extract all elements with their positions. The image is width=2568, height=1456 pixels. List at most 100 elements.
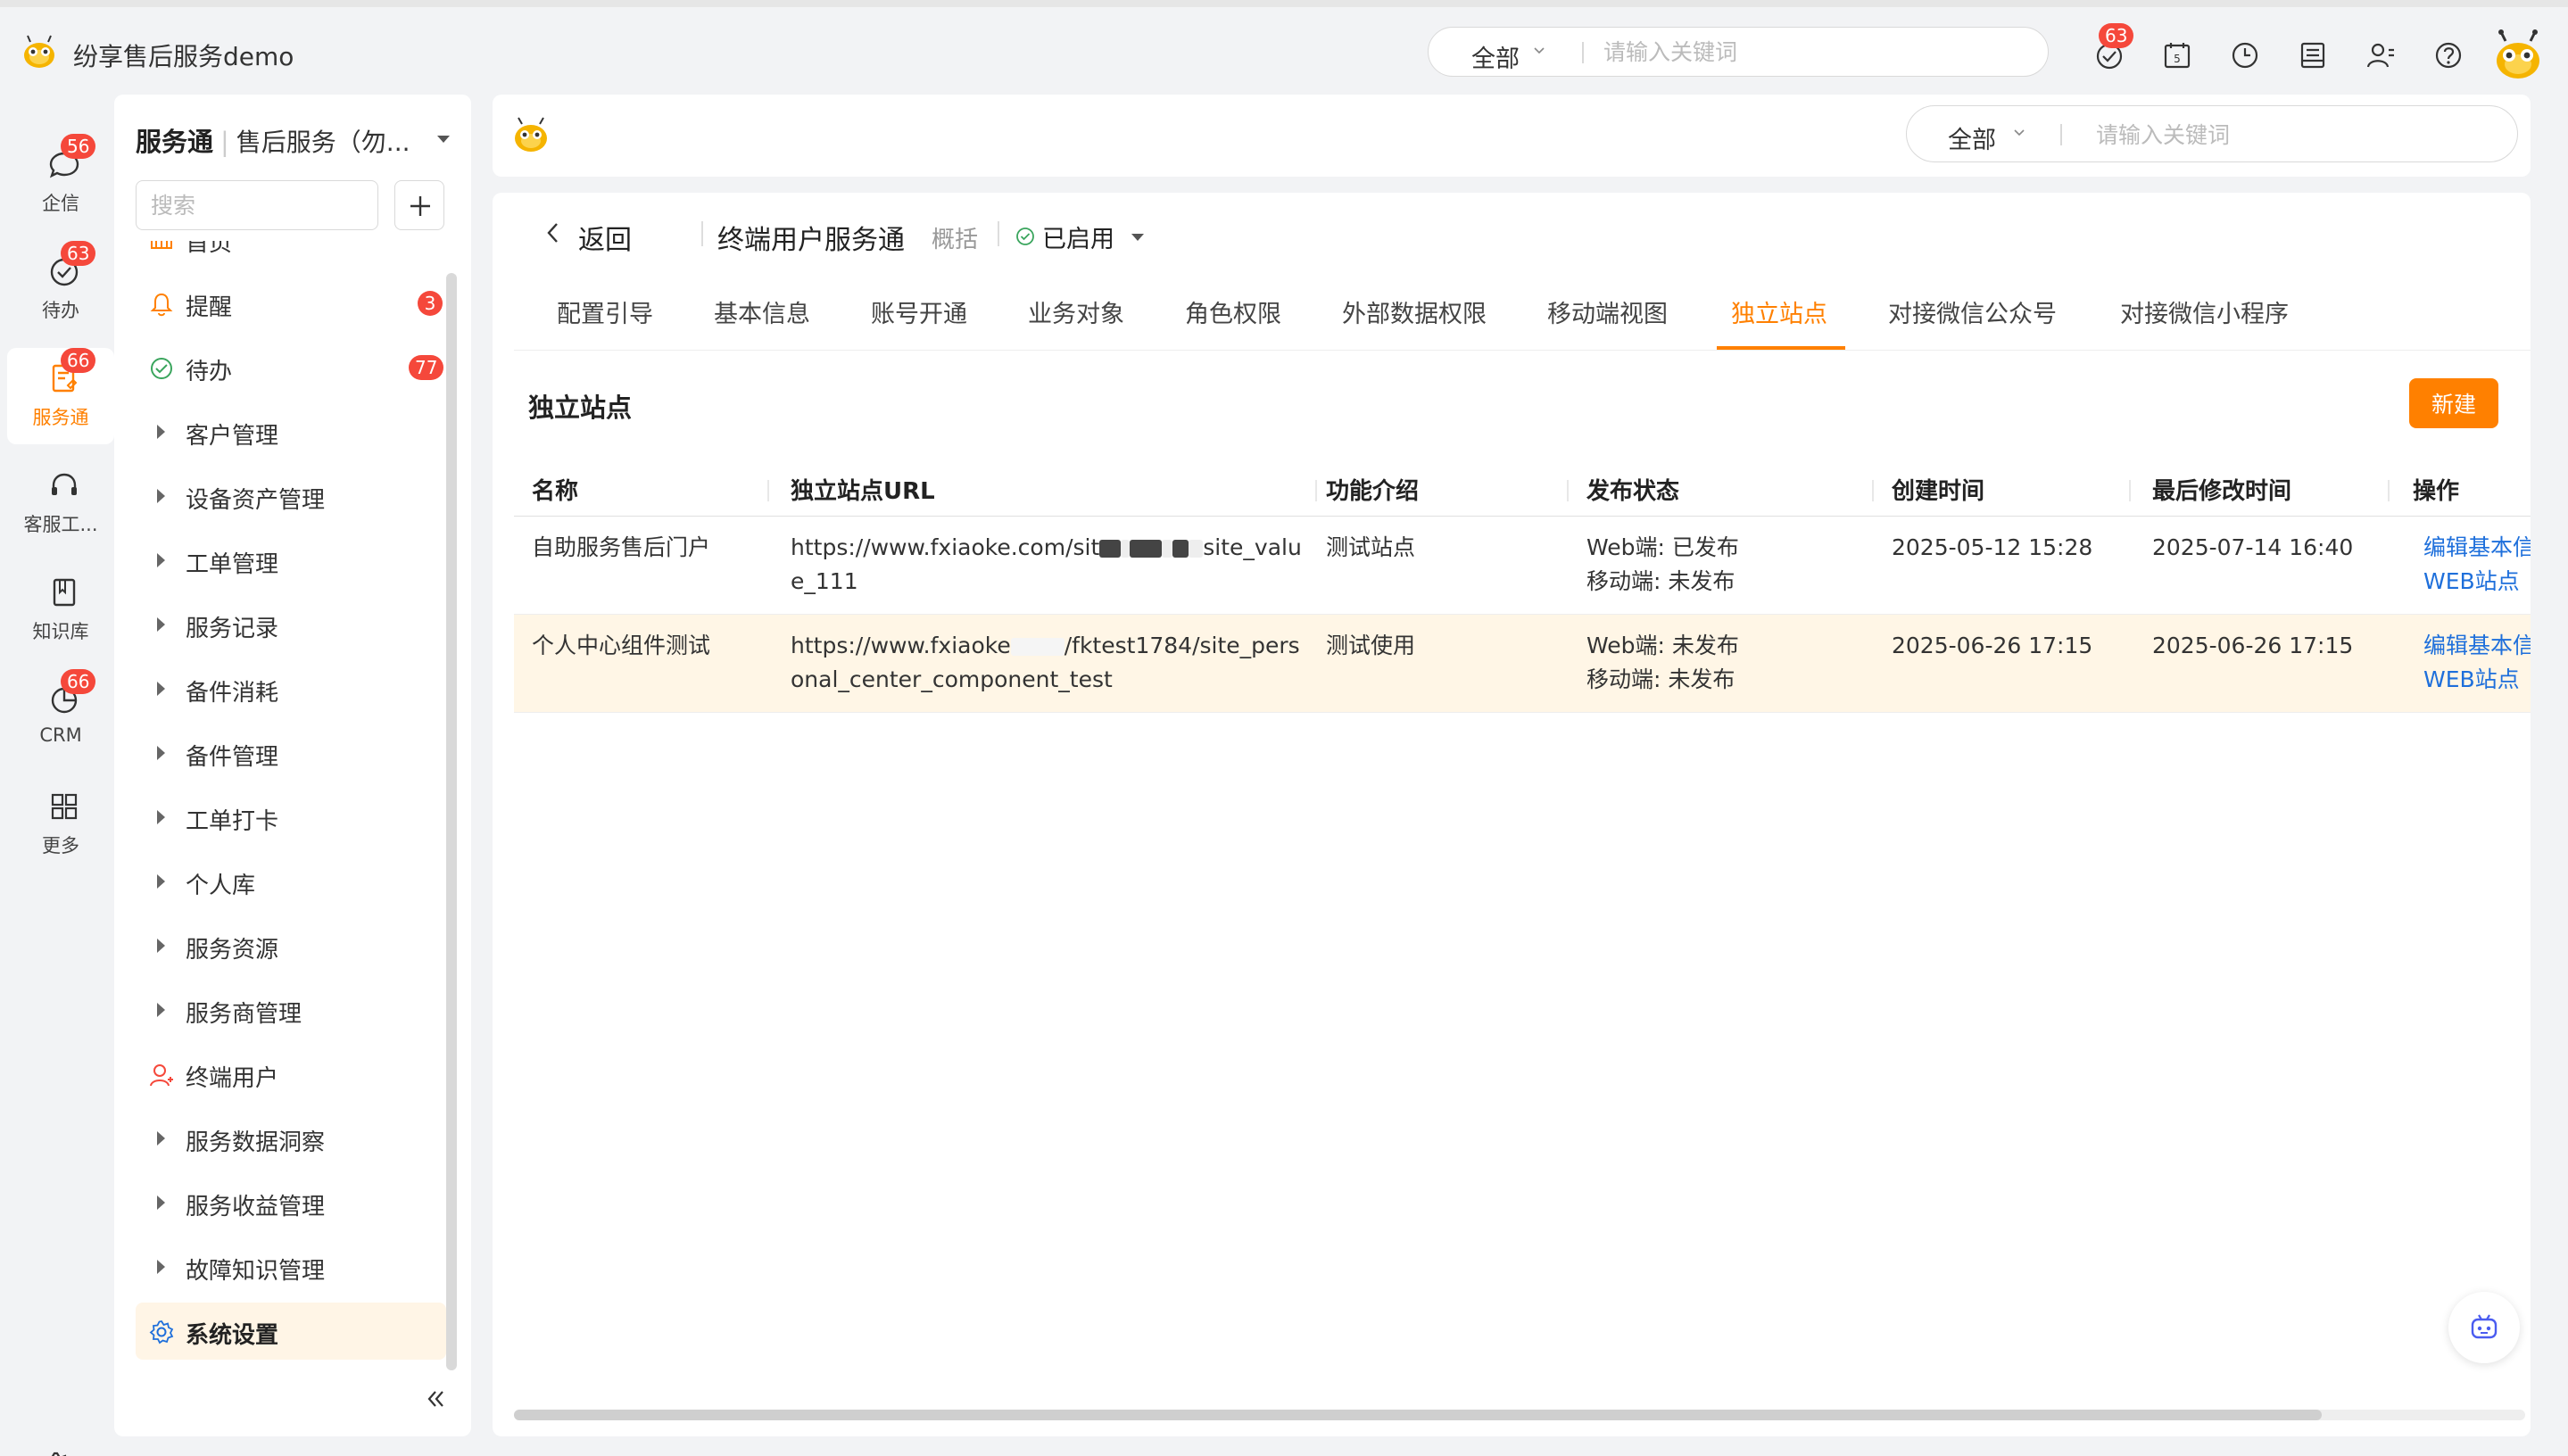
back-link[interactable]: 返回 (578, 218, 632, 257)
menu-item-home[interactable]: 首页 (136, 241, 446, 268)
rail-item-crm[interactable]: 66 CRM (7, 669, 114, 765)
home-icon (151, 241, 172, 249)
menu-item-checkin[interactable]: 工单打卡 (136, 789, 446, 846)
menu-item-service-record[interactable]: 服务记录 (136, 596, 446, 653)
site-intro: 测试站点 (1326, 534, 1416, 560)
menu-item-end-users[interactable]: 终端用户 (136, 1046, 446, 1103)
contacts-icon[interactable] (2365, 39, 2397, 71)
menu-item-revenue[interactable]: 服务收益管理 (136, 1174, 446, 1231)
menu-item-label: 工单打卡 (186, 808, 279, 835)
tab-mobile-view[interactable]: 移动端视图 (1547, 294, 1668, 329)
horizontal-scrollbar[interactable] (514, 1410, 2525, 1420)
back-arrow-icon[interactable] (543, 219, 564, 246)
ai-assistant-button[interactable] (2448, 1292, 2520, 1363)
menu-item-label: 工单管理 (186, 551, 279, 578)
check-circle-icon (151, 358, 172, 379)
rail-item-messages[interactable]: 56 企信 (7, 134, 114, 230)
main-search[interactable]: 全部 (1906, 105, 2518, 162)
web-site-link[interactable]: WEB站点 (2423, 666, 2520, 692)
menu-scrollbar[interactable] (446, 273, 457, 1370)
tab-setup-guide[interactable]: 配置引导 (557, 294, 653, 329)
column-divider[interactable] (1315, 480, 1317, 501)
column-divider[interactable] (2129, 480, 2131, 501)
menu-item-parts[interactable]: 备件管理 (136, 724, 446, 782)
rail-label: 服务通 (32, 407, 89, 428)
menu-item-customer[interactable]: 客户管理 (136, 403, 446, 460)
column-header[interactable]: 名称 (532, 473, 578, 506)
global-search[interactable]: 全部 (1428, 27, 2049, 77)
web-site-link[interactable]: WEB站点 (2423, 568, 2520, 594)
global-search-scope[interactable]: 全部 (1471, 39, 1520, 74)
help-icon[interactable] (2432, 39, 2464, 71)
main-search-input[interactable] (2096, 120, 2489, 149)
tab-wechat-miniprogram[interactable]: 对接微信小程序 (2120, 294, 2289, 329)
menu-search-input[interactable] (137, 181, 377, 229)
page-title: 终端用户服务通 (717, 225, 905, 256)
menu-item-parts-usage[interactable]: 备件消耗 (136, 660, 446, 717)
menu-item-fault-knowledge[interactable]: 故障知识管理 (136, 1238, 446, 1295)
column-header[interactable]: 发布状态 (1586, 473, 1679, 506)
column-divider[interactable] (2388, 480, 2390, 501)
tab-external-data[interactable]: 外部数据权限 (1342, 294, 1487, 329)
modified-time: 2025-06-26 17:15 (2152, 633, 2354, 658)
rail-item-service[interactable]: 66 服务通 (7, 348, 114, 444)
settings-icon (149, 1320, 174, 1344)
collapse-icon[interactable] (423, 1386, 448, 1411)
column-divider[interactable] (1567, 480, 1569, 501)
tab-basic-info[interactable]: 基本信息 (714, 294, 810, 329)
menu-item-resources[interactable]: 服务资源 (136, 917, 446, 974)
caret-down-icon[interactable] (1131, 234, 1144, 241)
overview-link[interactable]: 概括 (932, 221, 978, 254)
column-header[interactable]: 独立站点URL (791, 473, 935, 506)
menu-item-insights[interactable]: 服务数据洞察 (136, 1110, 446, 1167)
global-search-input[interactable] (1603, 38, 2014, 65)
menu-search[interactable] (136, 180, 378, 230)
table-row[interactable]: 自助服务售后门户 https://www.fxiaoke.com/sit site… (514, 517, 2531, 615)
rail-item-knowledge[interactable]: 知识库 (7, 562, 114, 658)
column-divider[interactable] (767, 480, 769, 501)
avatar[interactable] (2489, 27, 2547, 84)
menu-item-system-settings[interactable]: 系统设置 (136, 1303, 446, 1360)
table-row[interactable]: 个人中心组件测试 https://www.fxiaoke/fktest1784/… (514, 615, 2531, 713)
redaction-mask (1130, 540, 1163, 558)
rail-item-more[interactable]: 更多 (7, 776, 114, 873)
edit-basic-info-link[interactable]: 编辑基本信息 (2423, 633, 2531, 658)
settings-gear-icon[interactable] (39, 1449, 75, 1456)
tab-business-objects[interactable]: 业务对象 (1028, 294, 1124, 329)
main-search-scope[interactable]: 全部 (1948, 120, 1996, 155)
menu-item-workorder[interactable]: 工单管理 (136, 532, 446, 589)
caret-right-icon (157, 1195, 165, 1210)
column-header[interactable]: 创建时间 (1892, 473, 1984, 506)
redaction-mask (1162, 540, 1173, 558)
scrollbar-thumb[interactable] (514, 1410, 2322, 1420)
status-dropdown[interactable]: 已启用 (1042, 219, 1114, 254)
calendar-icon[interactable]: 5 (2161, 39, 2193, 71)
column-divider[interactable] (1872, 480, 1874, 501)
column-header[interactable]: 最后修改时间 (2152, 473, 2291, 506)
add-menu-button[interactable] (394, 180, 444, 230)
menu-item-equipment[interactable]: 设备资产管理 (136, 467, 446, 525)
tab-standalone-site[interactable]: 独立站点 (1731, 294, 1827, 329)
web-status: Web端: 已发布 (1586, 534, 1739, 560)
rail-item-todo[interactable]: 63 待办 (7, 241, 114, 337)
rail-label: 企信 (42, 193, 79, 214)
menu-item-personal[interactable]: 个人库 (136, 853, 446, 910)
tab-wechat-official[interactable]: 对接微信公众号 (1888, 294, 2057, 329)
menu-item-label: 服务数据洞察 (186, 1129, 326, 1156)
menu-item-providers[interactable]: 服务商管理 (136, 981, 446, 1038)
tab-account[interactable]: 账号开通 (871, 294, 967, 329)
menu-item-reminder[interactable]: 提醒 3 (136, 275, 446, 332)
rail-item-customer-service[interactable]: 客服工... (7, 455, 114, 551)
edit-basic-info-link[interactable]: 编辑基本信息 (2423, 534, 2531, 560)
menu-header[interactable]: 服务通 | 售后服务（勿... (136, 121, 410, 159)
new-button[interactable]: 新建 (2409, 378, 2498, 428)
section-title: 独立站点 (528, 393, 633, 423)
column-header[interactable]: 功能介绍 (1326, 473, 1419, 506)
menu-item-label: 服务资源 (186, 937, 279, 964)
menu-item-todo[interactable]: 待办 77 (136, 339, 446, 396)
tab-role-permissions[interactable]: 角色权限 (1185, 294, 1281, 329)
notebook-icon[interactable] (2297, 39, 2329, 71)
column-header[interactable]: 操作 (2413, 473, 2459, 506)
caret-down-icon[interactable] (437, 136, 450, 143)
clock-icon[interactable] (2229, 39, 2261, 71)
